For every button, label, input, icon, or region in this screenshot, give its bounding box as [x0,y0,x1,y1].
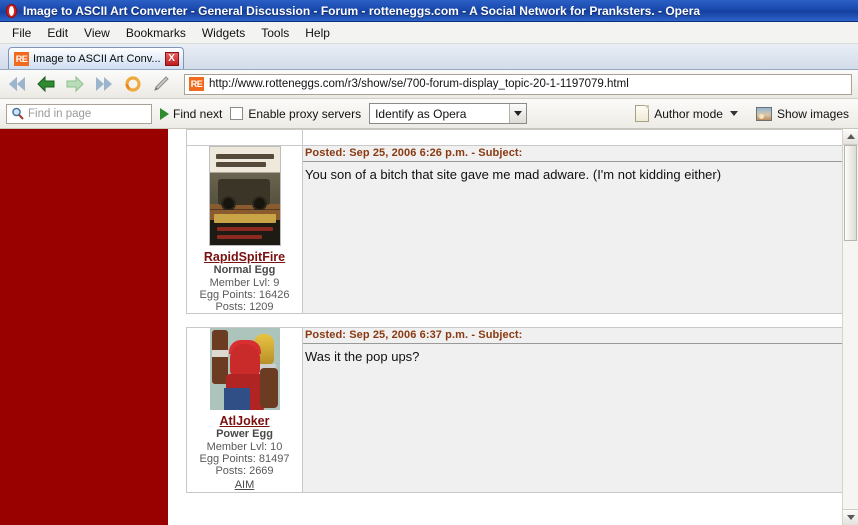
show-images-button[interactable]: Show images [751,105,854,123]
author-mode-label: Author mode [654,106,723,121]
post-author-posts-count: Posts: 1209 [215,301,274,313]
forward-arrow-icon [66,75,84,93]
author-mode-button[interactable]: Author mode [630,103,743,124]
post-author-username[interactable]: RapidSpitFire [187,250,302,264]
identify-as-value: Identify as Opera [375,106,467,121]
avatar [209,328,280,410]
reload-button[interactable] [120,72,146,96]
navigation-toolbar: RE http://www.rotteneggs.com/r3/show/se/… [0,70,858,99]
pencil-icon [154,76,169,91]
scroll-down-button[interactable] [843,509,858,525]
fast-forward-icon [96,77,112,91]
page-viewport: RapidSpitFire Normal Egg Member Lvl: 9 E… [0,129,858,525]
play-icon [160,107,169,120]
enable-proxy-checkbox[interactable]: Enable proxy servers [230,107,361,121]
browser-tab[interactable]: RE Image to ASCII Art Conv... X [8,47,184,69]
title-bar: Image to ASCII Art Converter - General D… [0,0,858,22]
post-author-posts-count: Posts: 2669 [215,465,274,477]
checkbox-icon [230,107,244,120]
menu-bar: File Edit View Bookmarks Widgets Tools H… [0,22,858,44]
post-text: You son of a bitch that site gave me mad… [305,167,722,182]
table-row: AtlJoker Power Egg Member Lvl: 10 Egg Po… [186,327,853,493]
avatar-image [209,328,280,410]
gap-body-cell [302,313,853,328]
rotteneggs-favicon: RE [14,51,29,66]
post-author-egg-points: Egg Points: 16426 [199,289,290,301]
menu-item-view[interactable]: View [76,24,118,42]
find-toolbar: Find in page Find next Enable proxy serv… [0,99,858,129]
back-arrow-icon [37,75,55,93]
search-input[interactable]: Find in page [6,103,152,124]
forum-content: RapidSpitFire Normal Egg Member Lvl: 9 E… [168,129,858,525]
rotteneggs-favicon: RE [189,77,204,91]
post-author-username[interactable]: AtlJoker [187,414,302,428]
table-gap-row [186,313,853,328]
menu-item-help[interactable]: Help [297,24,338,42]
table-header-body-cell [302,129,853,146]
post-body-cell: Posted: Sep 25, 2006 6:37 p.m. - Subject… [302,327,853,493]
address-url: http://www.rotteneggs.com/r3/show/se/700… [209,78,629,90]
gap-avatar-cell [186,313,303,328]
opera-browser-window: Image to ASCII Art Converter - General D… [0,0,858,525]
post-body-cell: Posted: Sep 25, 2006 6:26 p.m. - Subject… [302,145,853,314]
avatar-image [209,147,280,245]
post-author-egg-points: Egg Points: 81497 [199,453,290,465]
menu-item-tools[interactable]: Tools [253,24,297,42]
table-header-row [186,129,853,146]
scroll-up-button[interactable] [843,129,858,145]
reload-icon [125,76,141,92]
table-header-avatar-cell [186,129,303,146]
tab-title: Image to ASCII Art Conv... [33,52,161,65]
menu-item-edit[interactable]: Edit [39,24,76,42]
post-author-member-lvl: Member Lvl: 10 [206,441,283,453]
magnifier-icon [12,107,24,120]
rewind-icon [9,77,25,91]
identify-as-select[interactable]: Identify as Opera [369,103,528,124]
close-icon[interactable]: X [164,51,179,66]
avatar [208,146,281,246]
scrollbar-track[interactable] [843,145,858,509]
post-author-rank: Normal Egg [213,264,276,276]
forward-button[interactable] [62,72,88,96]
post-author-aim-link[interactable]: AIM [235,479,255,492]
caret-shape [514,111,523,116]
page-left-rail [0,129,168,525]
chevron-down-icon [846,515,855,520]
menu-item-bookmarks[interactable]: Bookmarks [118,24,194,42]
post-meta: Posted: Sep 25, 2006 6:26 p.m. - Subject… [303,146,852,162]
edit-button[interactable] [149,72,175,96]
vertical-scrollbar[interactable] [842,129,858,525]
enable-proxy-label: Enable proxy servers [248,106,362,121]
scrollbar-thumb[interactable] [844,145,857,241]
post-author-cell: AtlJoker Power Egg Member Lvl: 10 Egg Po… [186,327,303,493]
tab-bar: RE Image to ASCII Art Conv... X [0,44,858,70]
post-text: Was it the pop ups? [305,349,420,364]
find-next-label: Find next [173,106,223,121]
menu-item-widgets[interactable]: Widgets [194,24,253,42]
search-input-placeholder: Find in page [28,107,92,120]
post-meta: Posted: Sep 25, 2006 6:37 p.m. - Subject… [303,328,852,344]
address-bar[interactable]: RE http://www.rotteneggs.com/r3/show/se/… [184,73,852,95]
forum-posts-table: RapidSpitFire Normal Egg Member Lvl: 9 E… [186,129,853,493]
opera-logo-icon [5,3,18,18]
window-title: Image to ASCII Art Converter - General D… [23,3,701,18]
post-author-cell: RapidSpitFire Normal Egg Member Lvl: 9 E… [186,145,303,314]
menu-item-file[interactable]: File [4,24,39,42]
image-icon [755,106,772,121]
fast-forward-button[interactable] [91,72,117,96]
find-next-button[interactable]: Find next [160,107,222,121]
table-row: RapidSpitFire Normal Egg Member Lvl: 9 E… [186,145,853,314]
post-author-rank: Power Egg [216,428,273,440]
back-button[interactable] [33,72,59,96]
chevron-down-icon[interactable] [509,104,527,123]
post-author-member-lvl: Member Lvl: 9 [209,277,280,289]
rewind-button[interactable] [4,72,30,96]
chevron-down-icon[interactable] [729,111,738,116]
show-images-label: Show images [776,106,849,121]
chevron-up-icon [846,134,855,139]
page-icon [635,105,650,122]
